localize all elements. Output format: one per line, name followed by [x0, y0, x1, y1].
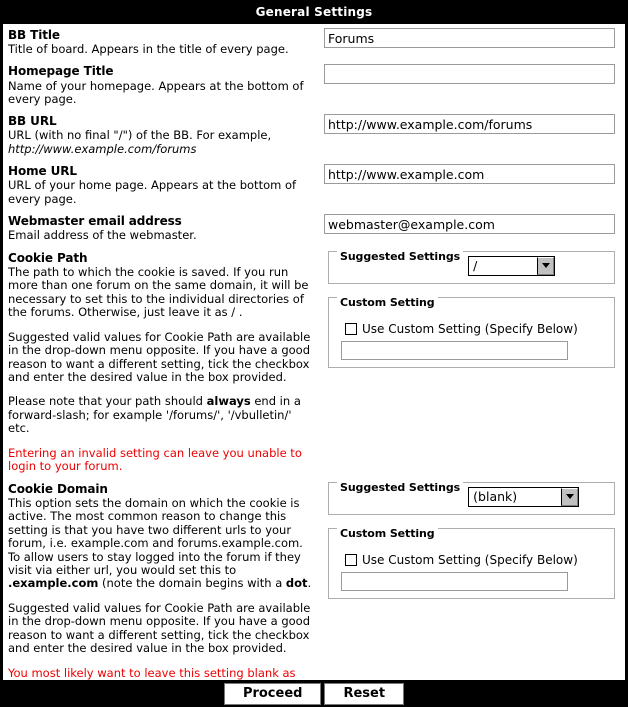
cookie-domain-description-cell: Cookie Domain This option sets the domai…: [3, 478, 323, 680]
bb-url-description: URL (with no final "/") of the BB. For e…: [8, 128, 272, 143]
homepage-title-input[interactable]: [324, 64, 615, 85]
cookie-domain-field-cell: Suggested Settings (blank) Custom Settin…: [323, 478, 625, 603]
cookie-domain-description: This option sets the domain on which the…: [8, 495, 313, 591]
cookie-path-paragraph-3-bold: always: [206, 394, 251, 409]
cookie-path-description: The path to which the cookie is saved. I…: [8, 264, 309, 320]
cookie-path-suggested-value: /: [473, 258, 478, 274]
cookie-path-field-cell: Suggested Settings / Custom Setting Use …: [323, 247, 625, 372]
cookie-path-custom-legend: Custom Setting: [337, 295, 438, 309]
cookie-domain-warning: You most likely want to leave this setti…: [8, 665, 302, 680]
cookie-domain-suggested-select[interactable]: (blank): [468, 486, 580, 507]
cookie-path-custom-fieldset: Custom Setting Use Custom Setting (Speci…: [328, 295, 615, 368]
cookie-domain-description-bold2: dot: [285, 576, 308, 591]
cookie-domain-custom-legend: Custom Setting: [337, 526, 438, 540]
home-url-description: URL of your home page. Appears at the bo…: [8, 178, 297, 206]
setting-row-homepage-title: Homepage Title Name of your homepage. Ap…: [3, 60, 625, 110]
cookie-domain-description-post: .: [307, 576, 312, 591]
cookie-domain-custom-checkbox-label: Use Custom Setting (Specify Below): [362, 552, 578, 567]
cookie-domain-suggested-value: (blank): [473, 489, 518, 505]
setting-row-webmaster-email: Webmaster email address Email address of…: [3, 210, 625, 246]
page-title: General Settings: [255, 5, 373, 19]
reset-button[interactable]: Reset: [324, 682, 405, 705]
cookie-domain-description-mid: (note the domain begins with a: [98, 576, 286, 591]
chevron-down-icon: [537, 256, 555, 275]
footer-button-bar: Proceed Reset: [0, 680, 628, 707]
settings-form-panel: BB Title Title of board. Appears in the …: [3, 24, 625, 680]
cookie-path-paragraph-2: Suggested valid values for Cookie Path a…: [8, 329, 311, 384]
setting-row-cookie-domain: Cookie Domain This option sets the domai…: [3, 478, 625, 680]
webmaster-email-label: Webmaster email address: [8, 214, 182, 229]
cookie-path-description-cell: Cookie Path The path to which the cookie…: [3, 247, 323, 478]
home-url-description-cell: Home URL URL of your home page. Appears …: [3, 160, 323, 210]
webmaster-email-input[interactable]: [324, 214, 615, 235]
bb-title-description: Title of board. Appears in the title of …: [8, 42, 289, 57]
cookie-domain-custom-fieldset: Custom Setting Use Custom Setting (Speci…: [328, 526, 615, 599]
cookie-path-custom-checkbox[interactable]: [345, 322, 357, 335]
cookie-domain-label: Cookie Domain: [8, 481, 108, 496]
bb-title-description-cell: BB Title Title of board. Appears in the …: [3, 24, 323, 60]
cookie-domain-custom-input[interactable]: [341, 571, 568, 591]
cookie-path-paragraph-3: Please note that your path should always…: [8, 395, 313, 435]
setting-row-bb-url: BB URL URL (with no final "/") of the BB…: [3, 110, 625, 160]
bb-url-description-cell: BB URL URL (with no final "/") of the BB…: [3, 110, 323, 160]
bb-title-label: BB Title: [8, 28, 60, 42]
cookie-path-suggested-fieldset: Suggested Settings /: [328, 250, 615, 284]
bb-url-label: BB URL: [8, 114, 57, 129]
cookie-domain-paragraph-2: Suggested valid values for Cookie Path a…: [8, 600, 311, 656]
homepage-title-label: Homepage Title: [8, 64, 114, 79]
homepage-title-description-cell: Homepage Title Name of your homepage. Ap…: [3, 60, 323, 110]
cookie-path-custom-checkbox-row[interactable]: Use Custom Setting (Specify Below): [345, 322, 608, 336]
bb-title-input[interactable]: [324, 28, 615, 48]
cookie-domain-suggested-fieldset: Suggested Settings (blank): [328, 481, 615, 515]
setting-row-home-url: Home URL URL of your home page. Appears …: [3, 160, 625, 210]
general-settings-window: General Settings BB Title Title of board…: [0, 0, 628, 707]
home-url-label: Home URL: [8, 164, 77, 179]
cookie-path-warning: Entering an invalid setting can leave yo…: [8, 445, 302, 474]
home-url-field-cell: [323, 160, 625, 188]
cookie-domain-suggested-legend: Suggested Settings: [337, 481, 464, 495]
setting-row-bb-title: BB Title Title of board. Appears in the …: [3, 24, 625, 60]
setting-row-cookie-path: Cookie Path The path to which the cookie…: [3, 247, 625, 478]
cookie-path-label: Cookie Path: [8, 250, 88, 265]
cookie-domain-description-bold: .example.com: [8, 576, 99, 591]
cookie-path-custom-checkbox-label: Use Custom Setting (Specify Below): [362, 321, 578, 336]
cookie-domain-custom-checkbox[interactable]: [345, 553, 357, 566]
cookie-path-paragraph-3-pre: Please note that your path should: [8, 394, 207, 409]
chevron-down-icon: [561, 487, 579, 506]
home-url-input[interactable]: [324, 164, 615, 185]
cookie-path-suggested-legend: Suggested Settings: [337, 250, 464, 264]
cookie-path-custom-input[interactable]: [341, 340, 568, 360]
webmaster-email-description-cell: Webmaster email address Email address of…: [3, 210, 323, 246]
bb-url-field-cell: [323, 110, 625, 138]
cookie-domain-description-pre: This option sets the domain on which the…: [8, 495, 303, 577]
bb-url-description-example: http://www.example.com/forums: [8, 141, 197, 156]
cookie-domain-custom-checkbox-row[interactable]: Use Custom Setting (Specify Below): [345, 553, 608, 567]
homepage-title-description: Name of your homepage. Appears at the bo…: [8, 78, 304, 106]
bb-title-field-cell: [323, 24, 625, 52]
proceed-button[interactable]: Proceed: [223, 682, 322, 705]
page-title-bar: General Settings: [0, 0, 628, 24]
homepage-title-field-cell: [323, 60, 625, 88]
settings-rows: BB Title Title of board. Appears in the …: [3, 24, 625, 680]
webmaster-email-description: Email address of the webmaster.: [8, 228, 197, 243]
webmaster-email-field-cell: [323, 210, 625, 238]
bb-url-input[interactable]: [324, 114, 615, 135]
cookie-path-suggested-select[interactable]: /: [468, 255, 556, 276]
